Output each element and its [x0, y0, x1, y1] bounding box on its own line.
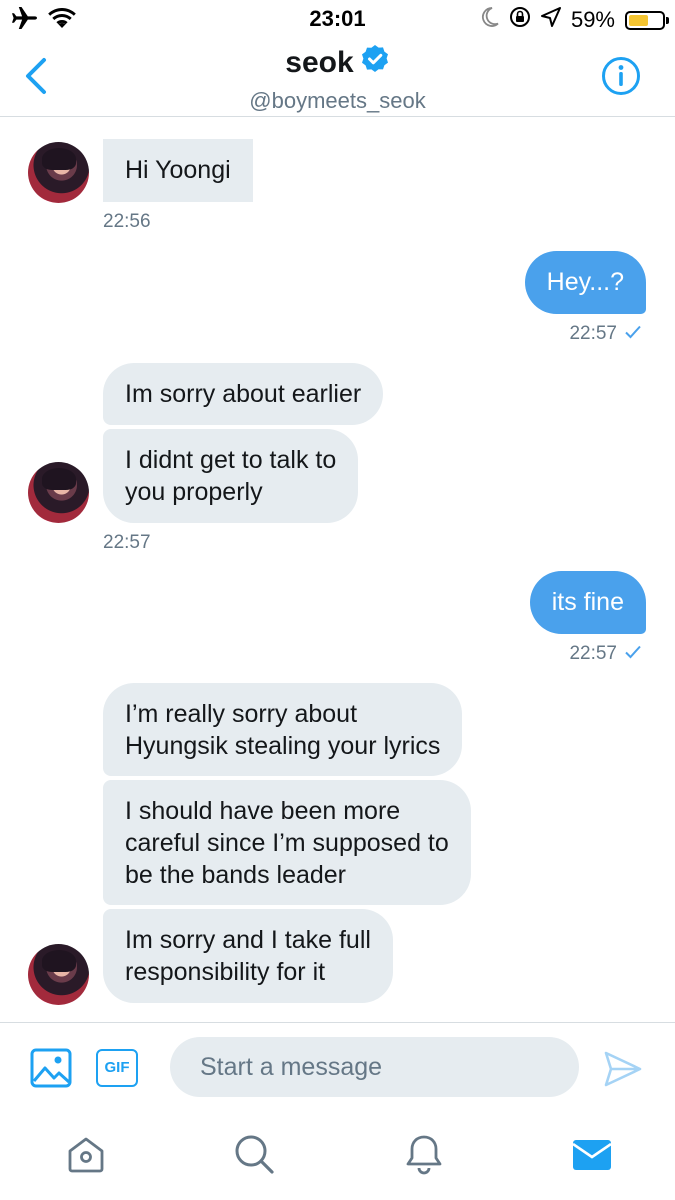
conversation-title[interactable]: seok @boymeets_seok: [0, 44, 675, 114]
moon-icon: [481, 7, 499, 33]
message-input[interactable]: [170, 1037, 579, 1097]
battery-icon: [625, 10, 669, 30]
received-message-bubble[interactable]: Im sorry about earlier: [103, 363, 384, 425]
received-message-bubble[interactable]: I didnt get to talk to you properly: [103, 429, 359, 523]
location-icon: [540, 7, 561, 33]
received-message-bubble[interactable]: I should have been more careful since I’…: [103, 780, 471, 905]
avatar[interactable]: [28, 142, 89, 203]
message-timestamp: 22:56: [103, 211, 151, 232]
info-icon: [602, 57, 640, 95]
image-icon: [30, 1048, 72, 1088]
notifications-icon: [406, 1135, 442, 1175]
tab-home[interactable]: [64, 1132, 108, 1176]
sent-message-bubble[interactable]: its fine: [529, 571, 646, 634]
tab-notifications[interactable]: [402, 1132, 446, 1176]
search-icon: [235, 1135, 274, 1174]
sent-message-bubble[interactable]: Hey...?: [524, 251, 646, 314]
add-gif-button[interactable]: GIF: [96, 1049, 138, 1087]
dm-conversation-screen: 23:01 59% seok @boymeets_seok Hi Yoongi …: [0, 0, 675, 1200]
message-timestamp: 22:57: [103, 532, 151, 553]
home-icon: [68, 1137, 104, 1173]
tab-search[interactable]: [232, 1132, 276, 1176]
add-photo-button[interactable]: [30, 1047, 72, 1089]
received-message-bubble[interactable]: Im sorry and I take full responsibility …: [103, 909, 393, 1003]
verified-badge-icon: [360, 44, 390, 82]
checkmark-icon: [625, 643, 641, 665]
message-timestamp: 22:57: [569, 323, 617, 344]
display-name: seok: [285, 46, 354, 79]
conversation-header: seok @boymeets_seok: [0, 38, 675, 117]
status-bar: 23:01 59%: [0, 0, 675, 38]
received-message-bubble[interactable]: Hi Yoongi: [103, 139, 253, 202]
avatar[interactable]: [28, 462, 89, 523]
message-list[interactable]: Hi Yoongi 22:56 Hey...? 22:57 Im sorry a…: [0, 117, 675, 1022]
user-handle: @boymeets_seok: [249, 88, 426, 113]
send-button[interactable]: [603, 1049, 643, 1089]
tab-messages[interactable]: [570, 1132, 614, 1176]
message-timestamp: 22:57: [569, 643, 617, 664]
sent-timestamp: 22:57: [569, 323, 641, 345]
sent-timestamp: 22:57: [569, 643, 641, 665]
messages-icon: [572, 1140, 612, 1170]
avatar[interactable]: [28, 944, 89, 1005]
send-icon: [604, 1051, 642, 1087]
received-message-bubble[interactable]: I’m really sorry about Hyungsik stealing…: [103, 683, 463, 776]
battery-level: [629, 14, 648, 26]
tab-bar: [0, 1114, 675, 1200]
checkmark-icon: [625, 323, 641, 345]
battery-percent: 59%: [570, 7, 615, 32]
conversation-info-button[interactable]: [601, 56, 641, 96]
message-composer: GIF: [0, 1022, 675, 1115]
rotation-lock-icon: [509, 6, 531, 34]
